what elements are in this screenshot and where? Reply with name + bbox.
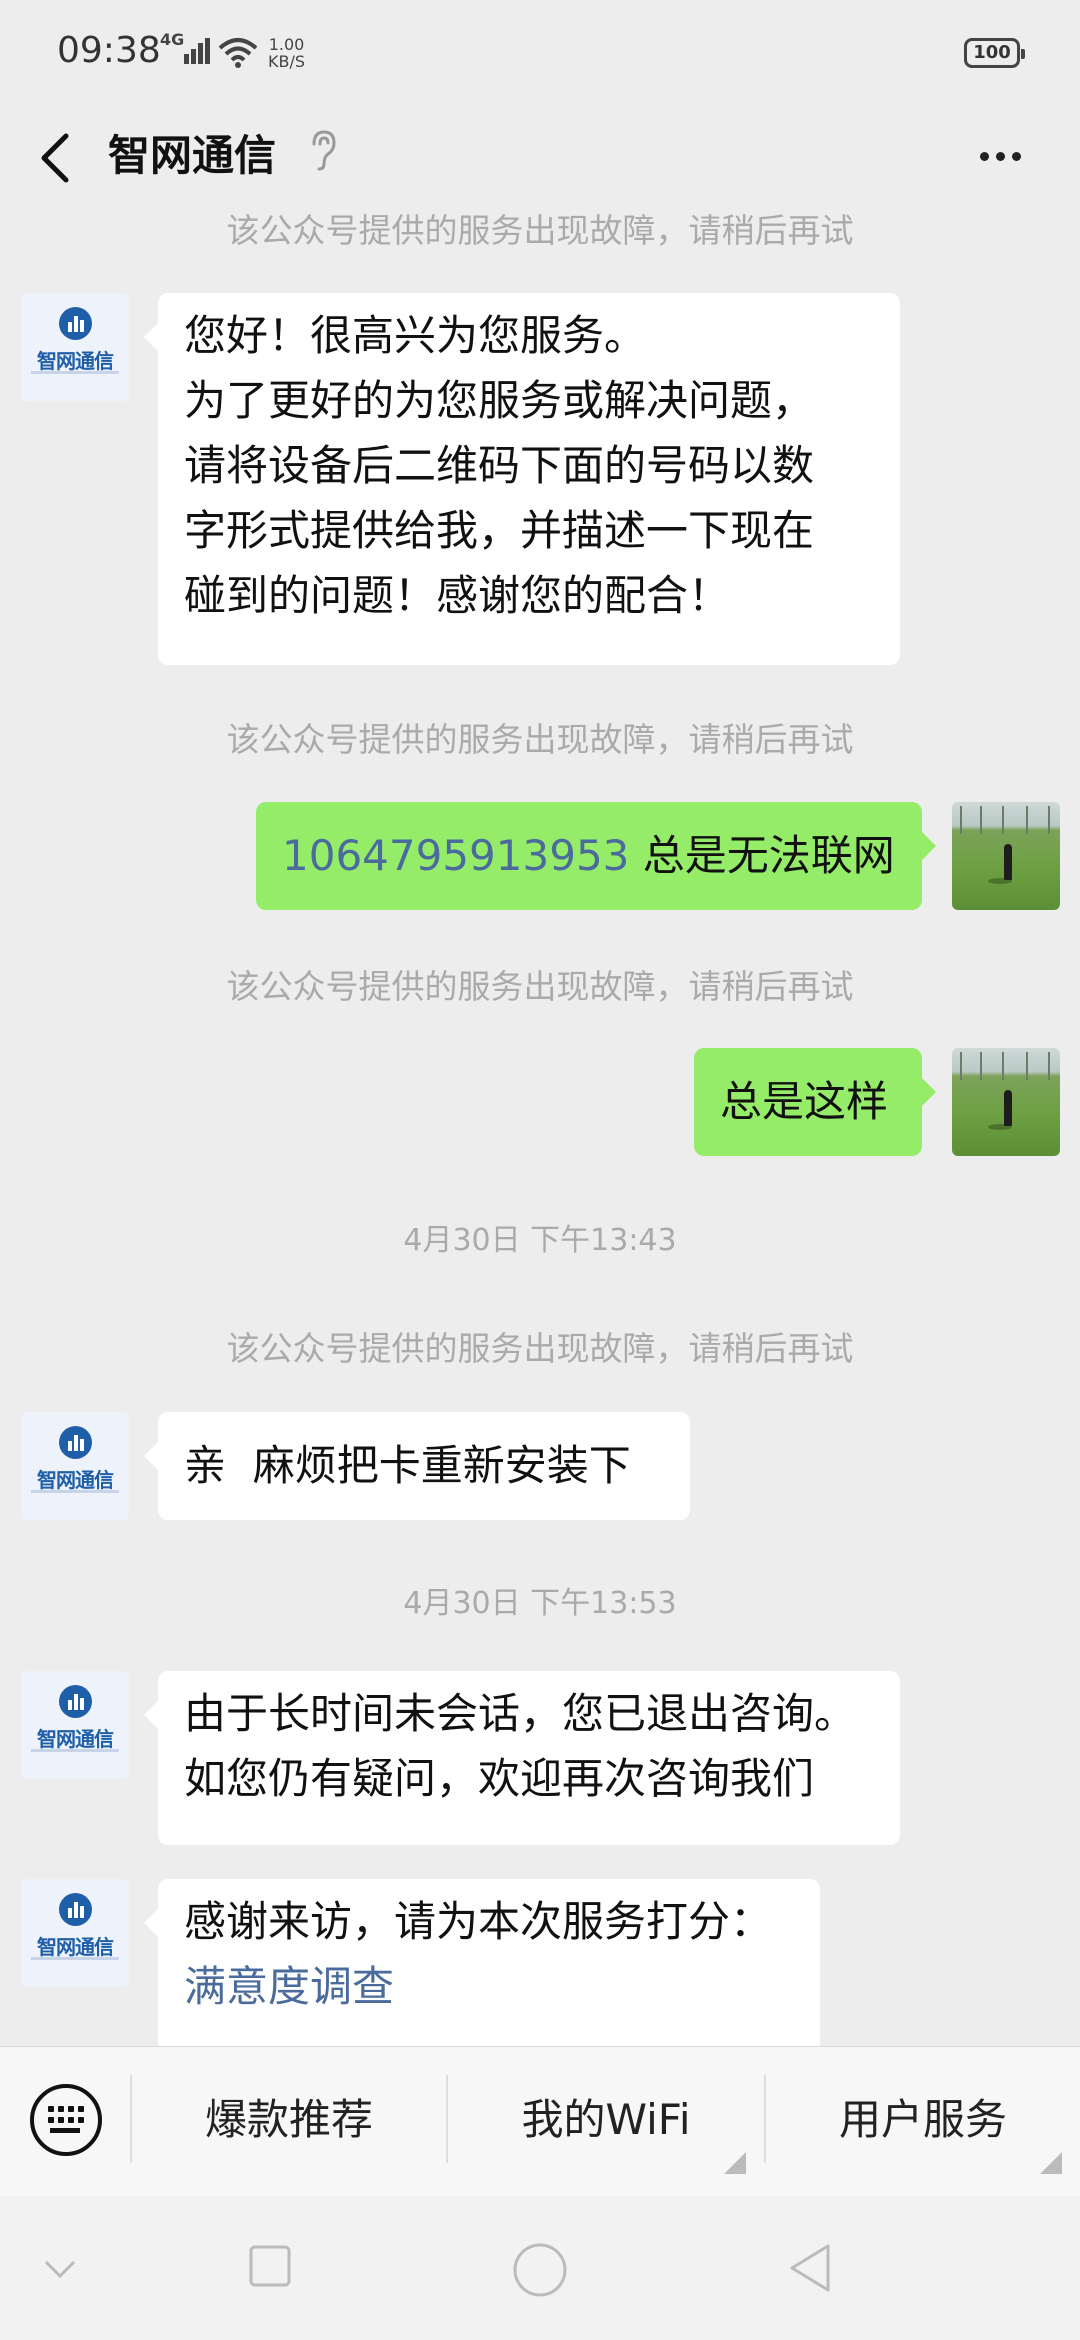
- official-account-avatar[interactable]: 智网通信: [21, 293, 129, 401]
- message-line: 为了更好的为您服务或解决问题，: [184, 376, 815, 425]
- wifi-icon: [218, 38, 258, 68]
- avatar-logo-text: 智网通信: [37, 1727, 114, 1751]
- service-error-notice: 该公众号提供的服务出现故障，请稍后再试: [226, 967, 854, 1006]
- avatar-tree: [1002, 1052, 1004, 1080]
- avatar-logo-text: 智网通信: [37, 349, 114, 373]
- more-dot-icon: [1012, 152, 1021, 161]
- brand-logo-icon: [59, 307, 92, 340]
- official-account-avatar[interactable]: 智网通信: [21, 1412, 129, 1520]
- menu-item-hot-picks[interactable]: 爆款推荐: [132, 2090, 446, 2150]
- message-line: 如您仍有疑问，欢迎再次咨询我们: [184, 1754, 815, 1803]
- avatar-logo-text: 智网通信: [37, 1468, 114, 1492]
- user-message-bubble[interactable]: 总是这样: [694, 1048, 936, 1156]
- agent-message-bubble[interactable]: 由于长时间未会话，您已退出咨询。 如您仍有疑问，欢迎再次咨询我们: [144, 1671, 900, 1845]
- message-line: 字形式提供给我，并描述一下现在: [184, 506, 815, 555]
- back-triangle-icon[interactable]: [786, 2242, 832, 2294]
- recent-apps-square-icon[interactable]: [248, 2244, 292, 2288]
- avatar-tree: [980, 806, 982, 834]
- user-message-bubble[interactable]: 1064795913953 总是无法联网: [256, 802, 936, 910]
- more-options-button[interactable]: [970, 126, 1030, 186]
- avatar-tree: [1026, 1052, 1028, 1080]
- menu-item-user-service[interactable]: 用户服务: [766, 2090, 1080, 2150]
- service-error-notice: 该公众号提供的服务出现故障，请稍后再试: [226, 1329, 854, 1368]
- phone-number-link[interactable]: 1064795913953: [282, 831, 629, 880]
- brand-logo-icon: [59, 1426, 92, 1459]
- avatar-tree: [1048, 1052, 1050, 1080]
- service-error-notice: 该公众号提供的服务出现故障，请稍后再试: [226, 211, 854, 250]
- service-error-notice: 该公众号提供的服务出现故障，请稍后再试: [226, 720, 854, 759]
- brand-logo-icon: [59, 1685, 92, 1718]
- brand-logo-icon: [59, 1893, 92, 1926]
- more-dot-icon: [980, 152, 989, 161]
- user-avatar[interactable]: [952, 1048, 1060, 1156]
- logo-underline: [31, 1957, 119, 1960]
- avatar-tree: [1002, 806, 1004, 834]
- speed-unit: KB/S: [268, 52, 306, 71]
- status-bar: [0, 0, 1080, 108]
- message-line: 请将设备后二维码下面的号码以数: [184, 441, 815, 490]
- back-arrow-icon[interactable]: [30, 118, 90, 198]
- speed-value: 1.00: [268, 35, 305, 54]
- message-text: 总是无法联网: [629, 831, 895, 880]
- satisfaction-survey-link[interactable]: 满意度调查: [184, 1954, 794, 2019]
- status-time: 09:38: [57, 30, 161, 71]
- chat-title[interactable]: 智网通信: [108, 122, 276, 183]
- avatar-tree: [1048, 806, 1050, 834]
- message-line: 您好！很高兴为您服务。: [184, 311, 647, 360]
- submenu-indicator-icon: [1040, 2152, 1062, 2174]
- submenu-indicator-icon: [724, 2152, 746, 2174]
- message-line: 感谢来访，请为本次服务打分：: [184, 1897, 773, 1946]
- avatar-person: [1004, 844, 1012, 880]
- hide-nav-chevron-icon[interactable]: [40, 2254, 80, 2284]
- avatar-tree: [960, 806, 962, 834]
- signal-icon: [184, 38, 210, 64]
- menu-item-my-wifi[interactable]: 我的WiFi: [448, 2090, 764, 2150]
- message-timestamp: 4月30日 下午13:53: [403, 1586, 677, 1621]
- message-bubble-welcome[interactable]: 您好！很高兴为您服务。 为了更好的为您服务或解决问题， 请将设备后二维码下面的号…: [144, 293, 900, 665]
- network-speed: 1.00 KB/S: [268, 36, 305, 70]
- official-account-avatar[interactable]: 智网通信: [21, 1671, 129, 1779]
- keyboard-toggle-icon[interactable]: [30, 2084, 102, 2156]
- message-timestamp: 4月30日 下午13:43: [403, 1223, 677, 1258]
- more-dot-icon: [996, 152, 1005, 161]
- message-line: 碰到的问题！感谢您的配合！: [184, 571, 731, 620]
- logo-underline: [31, 1490, 119, 1493]
- agent-message-bubble[interactable]: 亲 麻烦把卡重新安装下: [144, 1412, 690, 1520]
- agent-message-bubble[interactable]: 感谢来访，请为本次服务打分： 满意度调查: [144, 1879, 820, 2059]
- logo-underline: [31, 371, 119, 374]
- user-avatar[interactable]: [952, 802, 1060, 910]
- official-account-avatar[interactable]: 智网通信: [21, 1879, 129, 1987]
- avatar-tree: [960, 1052, 962, 1080]
- battery-icon: 100: [964, 38, 1025, 68]
- message-line: 由于长时间未会话，您已退出咨询。: [184, 1689, 857, 1738]
- avatar-tree: [1026, 806, 1028, 834]
- logo-underline: [31, 1749, 119, 1752]
- home-circle-icon[interactable]: [512, 2242, 568, 2298]
- network-type: 4G: [160, 30, 185, 49]
- avatar-person: [1004, 1090, 1012, 1126]
- avatar-tree: [980, 1052, 982, 1080]
- avatar-logo-text: 智网通信: [37, 1935, 114, 1959]
- earpiece-mode-icon: [312, 130, 336, 171]
